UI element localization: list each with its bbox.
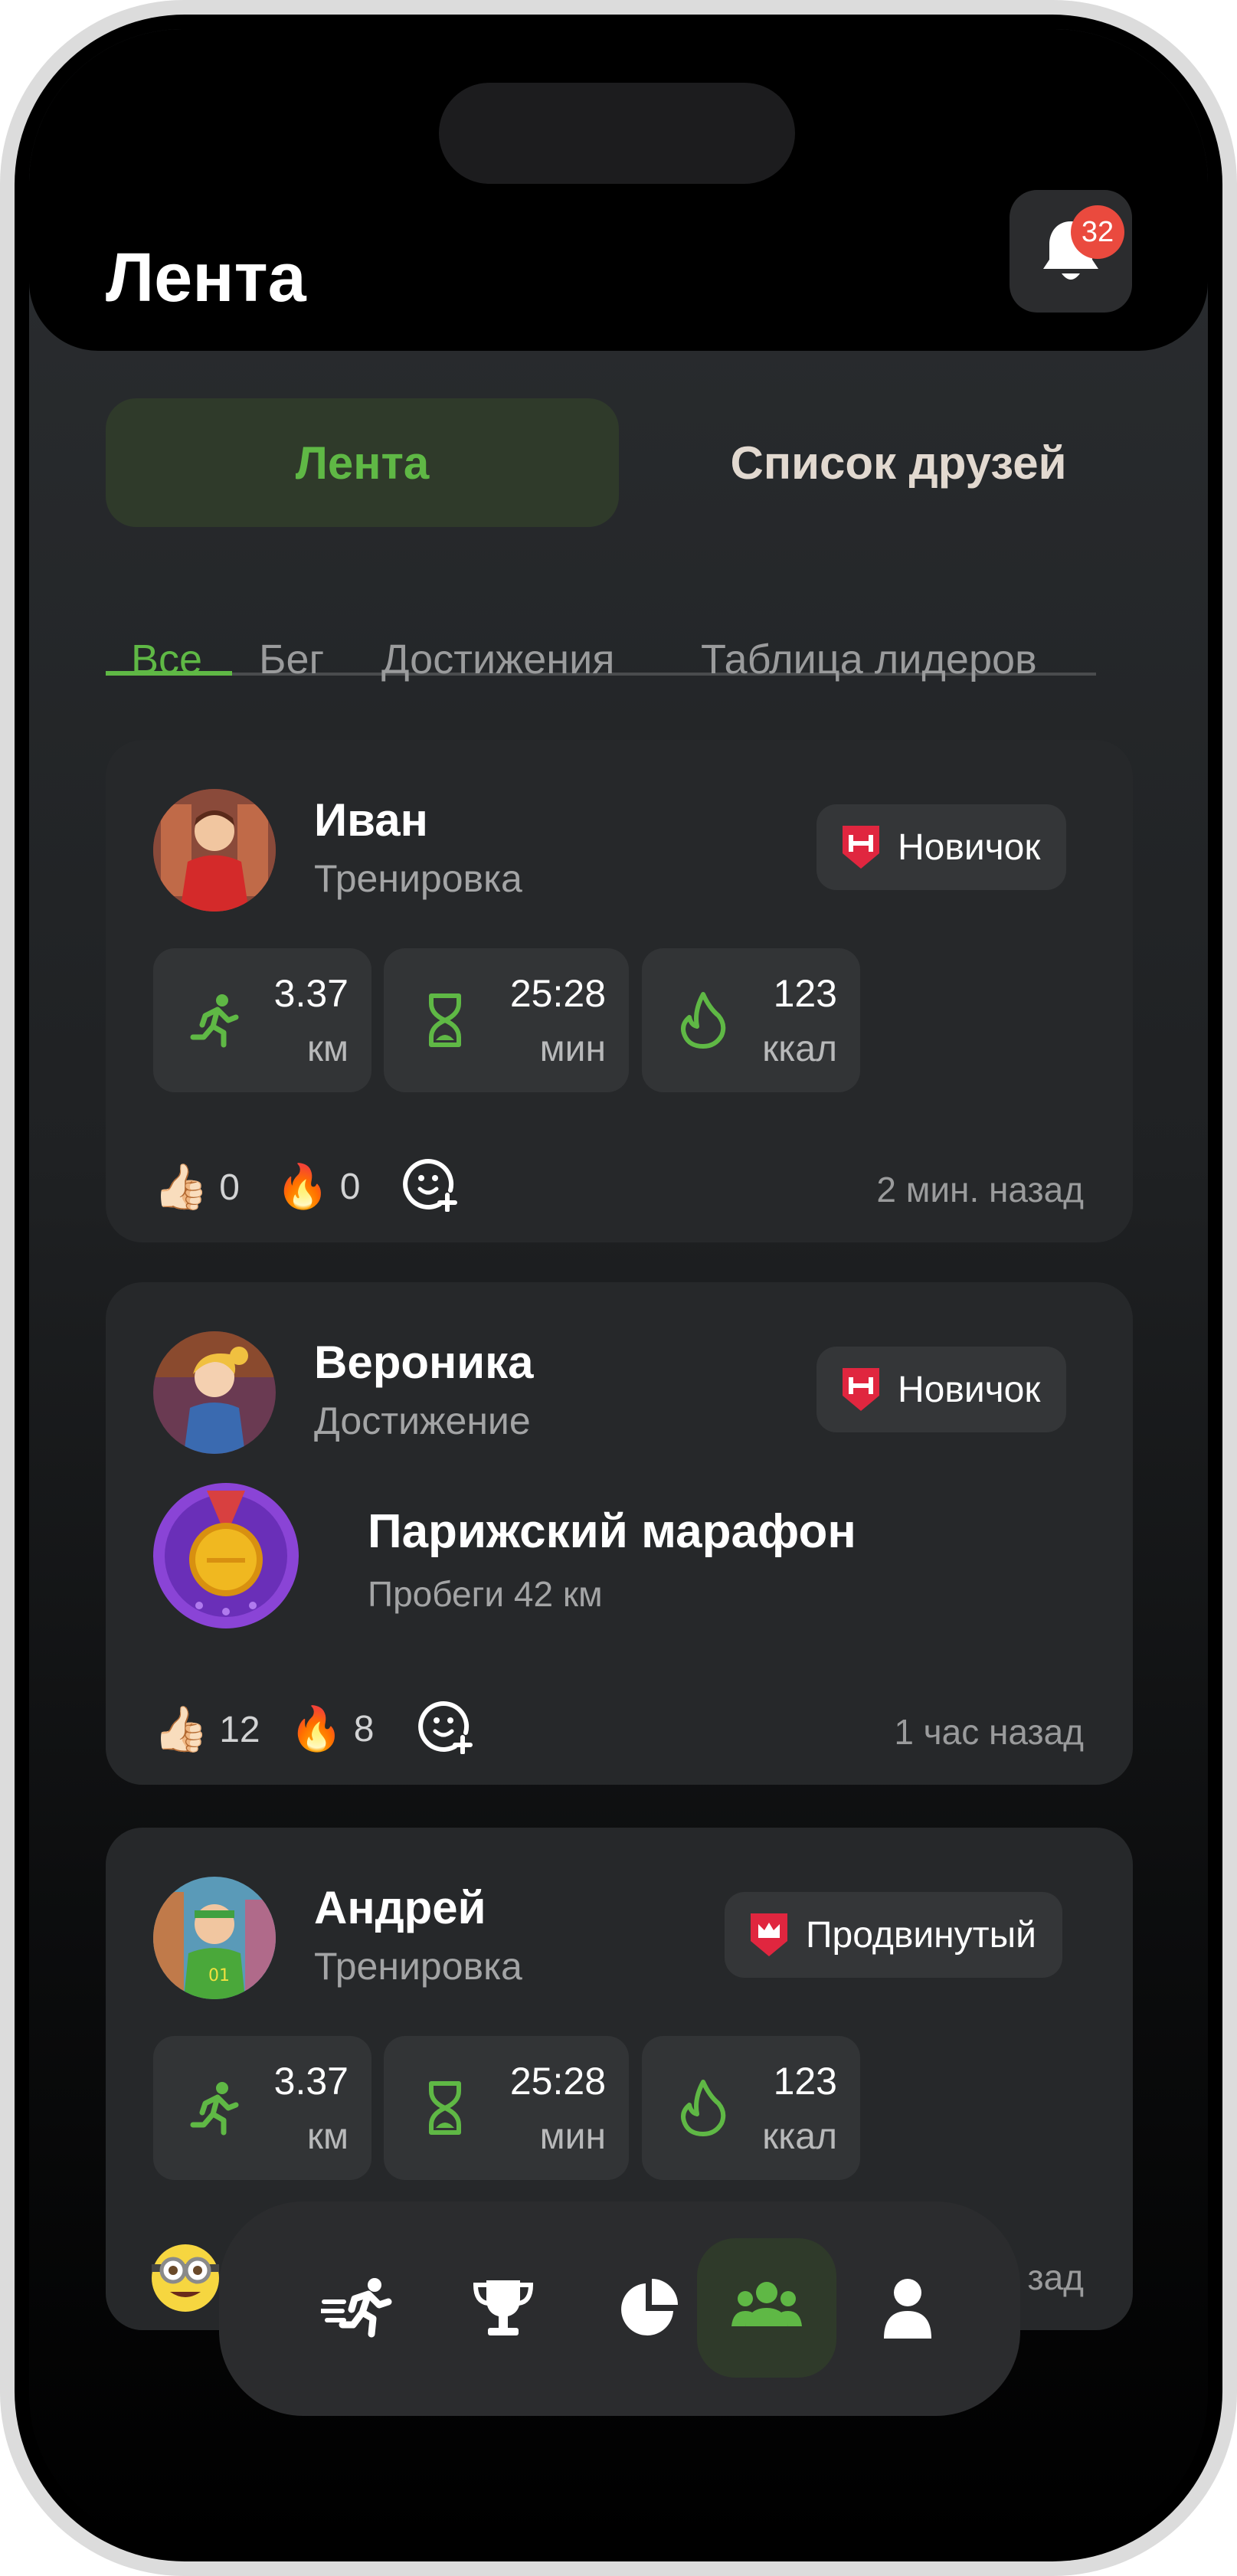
stat-unit: мин [539, 1029, 606, 1069]
stat-distance: 3.37 км [153, 948, 371, 1092]
stat-unit: ккал [762, 1029, 837, 1069]
post-type: Тренировка [314, 857, 522, 900]
level-label: Новичок [898, 1369, 1041, 1410]
post-card-ivan[interactable]: Иван Тренировка Новичок 3.37 км 25:28 ми… [106, 740, 1133, 1242]
tab-running[interactable]: Бег [259, 636, 324, 683]
post-type: Тренировка [314, 1945, 522, 1988]
pie-chart-icon [621, 2279, 678, 2335]
community-icon [731, 2282, 802, 2326]
stat-duration: 25:28 мин [384, 948, 629, 1092]
like-reaction[interactable]: 👍🏻 0 [153, 1161, 240, 1213]
add-emoji-icon [403, 1159, 457, 1212]
running-icon [190, 2082, 239, 2136]
avatar-veronika[interactable] [153, 1331, 276, 1454]
hourglass-icon [429, 993, 461, 1047]
post-type: Достижение [314, 1399, 531, 1442]
flame-icon [681, 2080, 726, 2136]
running-icon [190, 994, 239, 1048]
stat-duration: 25:28 мин [384, 2036, 629, 2180]
dynamic-island [439, 83, 795, 184]
user-name[interactable]: Вероника [314, 1336, 534, 1389]
level-badge: Новичок [816, 804, 1067, 890]
achievement-title: Парижский марафон [368, 1505, 856, 1558]
stat-unit: км [307, 1029, 349, 1069]
fire-icon: 🔥 [290, 1704, 343, 1753]
add-emoji-icon [418, 1701, 473, 1754]
profile-icon [884, 2279, 931, 2339]
post-card-veronika[interactable]: Вероника Достижение Новичок Парижский ма… [106, 1282, 1133, 1785]
level-badge: Новичок [816, 1347, 1067, 1432]
stat-distance: 3.37 км [153, 2036, 371, 2180]
stat-calories: 123 ккал [642, 2036, 860, 2180]
user-name[interactable]: Андрей [314, 1881, 486, 1934]
stat-value: 3.37 [273, 972, 349, 1015]
avatar-andrey[interactable]: 01 [153, 1877, 276, 1999]
flame-icon [681, 992, 726, 1049]
like-count: 12 [219, 1709, 260, 1750]
crown-shield-icon [751, 1913, 787, 1956]
stat-value: 3.37 [273, 2060, 349, 2103]
level-badge: Продвинутый [725, 1892, 1062, 1978]
post-time: 1 час назад [894, 1712, 1084, 1752]
trophy-icon [473, 2280, 534, 2335]
hourglass-icon [429, 2081, 461, 2135]
tab-all[interactable]: Все [131, 636, 202, 683]
bottom-navbar [219, 2201, 1020, 2416]
medal-icon [153, 1483, 299, 1628]
segment-friends[interactable]: Список друзей [642, 398, 1155, 527]
fire-count: 8 [353, 1708, 375, 1750]
add-reaction-button[interactable] [403, 1157, 458, 1212]
stat-value: 25:28 [509, 972, 606, 1015]
post-time-partial: зад [1027, 2257, 1084, 2297]
avatar-ivan[interactable] [153, 789, 276, 912]
post-time: 2 мин. назад [876, 1170, 1084, 1209]
add-reaction-button[interactable] [418, 1699, 473, 1754]
fire-count: 0 [339, 1166, 361, 1207]
like-reaction[interactable]: 👍🏻 12 [153, 1704, 260, 1756]
nav-community[interactable] [697, 2238, 836, 2378]
minion-emoji-icon [152, 2244, 219, 2312]
fire-reaction[interactable]: 🔥 8 [290, 1704, 374, 1754]
tab-achievements[interactable]: Достижения [381, 636, 615, 683]
thumbs-up-icon: 👍🏻 [153, 1704, 209, 1754]
dumbbell-shield-icon [843, 1368, 879, 1411]
achievement-description: Пробеги 42 км [368, 1574, 603, 1614]
stat-unit: мин [539, 2116, 606, 2157]
user-name[interactable]: Иван [314, 794, 428, 846]
screen: Лента 32 Лента Список друзей Все Бег Дос… [29, 29, 1208, 2547]
stat-unit: км [307, 2116, 349, 2157]
fire-icon: 🔥 [276, 1162, 329, 1210]
dumbbell-shield-icon [843, 826, 879, 869]
stat-value: 123 [773, 2060, 837, 2103]
page-title: Лента [106, 240, 306, 316]
notification-badge: 32 [1071, 205, 1124, 259]
stat-calories: 123 ккал [642, 948, 860, 1092]
level-label: Новичок [898, 826, 1041, 868]
nav-run[interactable] [288, 2238, 427, 2378]
stat-unit: ккал [762, 2116, 837, 2157]
stat-value: 123 [773, 972, 837, 1015]
like-count: 0 [219, 1167, 240, 1208]
svg-text:01: 01 [208, 1966, 230, 1985]
stat-value: 25:28 [509, 2060, 606, 2103]
segment-feed[interactable]: Лента [106, 398, 619, 527]
nav-profile[interactable] [838, 2238, 977, 2378]
nav-trophy[interactable] [434, 2238, 573, 2378]
run-icon [321, 2278, 392, 2338]
tab-leaderboard[interactable]: Таблица лидеров [701, 636, 1037, 683]
level-label: Продвинутый [806, 1914, 1036, 1956]
fire-reaction[interactable]: 🔥 0 [276, 1161, 360, 1212]
thumbs-up-icon: 👍🏻 [153, 1162, 209, 1212]
